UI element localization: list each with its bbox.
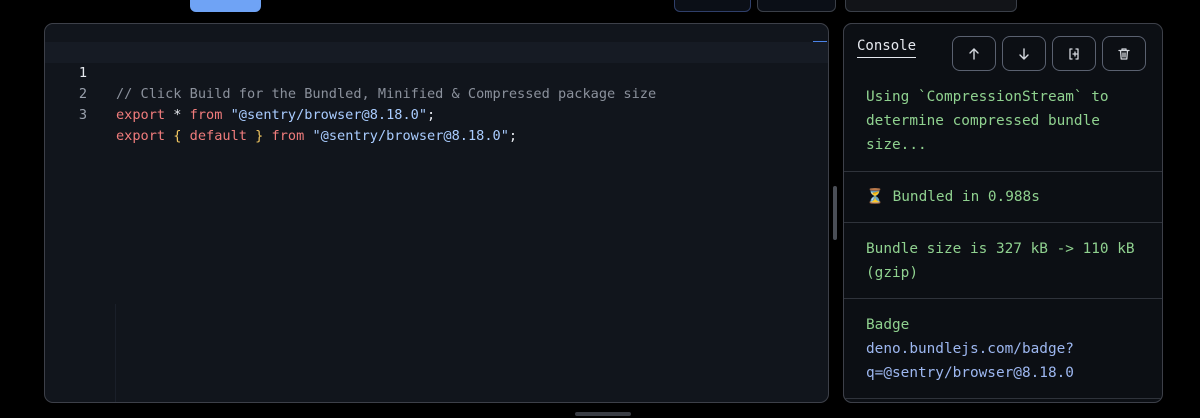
module-string: "@sentry/browser@8.18.0" bbox=[230, 107, 428, 123]
console-tab[interactable]: Console bbox=[857, 37, 917, 58]
arrow-down-icon bbox=[1019, 47, 1029, 60]
bottom-resize-handle[interactable] bbox=[575, 412, 631, 416]
code-line-2[interactable]: 2 export * from "@sentry/browser@8.18.0"… bbox=[45, 63, 828, 123]
keyword-export: export bbox=[116, 107, 166, 123]
bundled-time-text: Bundled in 0.988s bbox=[892, 189, 1040, 205]
arrow-up-icon bbox=[969, 47, 979, 60]
console-message-size: Bundle size is 327 kB -> 110 kB (gzip) bbox=[866, 241, 1135, 281]
module-string: "@sentry/browser@8.18.0" bbox=[312, 128, 509, 144]
line-number: 3 bbox=[78, 107, 87, 123]
pane-resize-handle[interactable] bbox=[833, 186, 837, 240]
copy-button[interactable] bbox=[1052, 36, 1096, 71]
keyword-from: from bbox=[189, 107, 223, 123]
code-line-1[interactable]: 1 // Click Build for the Bundled, Minifi… bbox=[45, 42, 828, 102]
message-divider bbox=[844, 171, 1162, 172]
code-line-3[interactable]: 3 export { default } from "@sentry/brows… bbox=[45, 84, 828, 144]
copy-icon bbox=[1069, 47, 1079, 60]
clear-console-button[interactable] bbox=[1102, 36, 1146, 71]
message-divider bbox=[844, 398, 1162, 399]
message-divider bbox=[844, 222, 1162, 223]
hourglass-icon: ⏳ bbox=[866, 189, 884, 205]
console-message-badge: Badge deno.bundlejs.com/badge?q=@sentry/… bbox=[844, 313, 1162, 385]
console-panel: Console Using `CompressionStream` to det… bbox=[843, 23, 1163, 403]
scroll-down-button[interactable] bbox=[1002, 36, 1046, 71]
badge-link[interactable]: deno.bundlejs.com/badge?q=@sentry/browse… bbox=[866, 337, 1140, 385]
keyword-default: default bbox=[189, 128, 247, 144]
code-editor[interactable]: 1 // Click Build for the Bundled, Minifi… bbox=[44, 23, 829, 403]
toolbar-button-2[interactable] bbox=[757, 0, 836, 12]
semicolon: ; bbox=[427, 107, 436, 123]
brace-open: { bbox=[173, 128, 182, 144]
scroll-up-button[interactable] bbox=[952, 36, 996, 71]
badge-label: Badge bbox=[866, 317, 910, 333]
gutter-divider bbox=[115, 304, 116, 402]
brace-close: } bbox=[255, 128, 264, 144]
message-divider bbox=[844, 298, 1162, 299]
trash-icon bbox=[1118, 47, 1130, 60]
build-button[interactable] bbox=[190, 0, 261, 12]
toolbar-button-1[interactable] bbox=[674, 0, 751, 12]
toolbar-button-3[interactable] bbox=[845, 0, 1017, 12]
keyword-from: from bbox=[271, 128, 305, 144]
console-message-bundled: ⏳ Bundled in 0.988s bbox=[844, 185, 1162, 209]
keyword-export: export bbox=[116, 128, 166, 144]
console-message-compression: Using `CompressionStream` to determine c… bbox=[866, 89, 1109, 153]
semicolon: ; bbox=[508, 128, 518, 144]
operator-star: * bbox=[173, 107, 182, 123]
